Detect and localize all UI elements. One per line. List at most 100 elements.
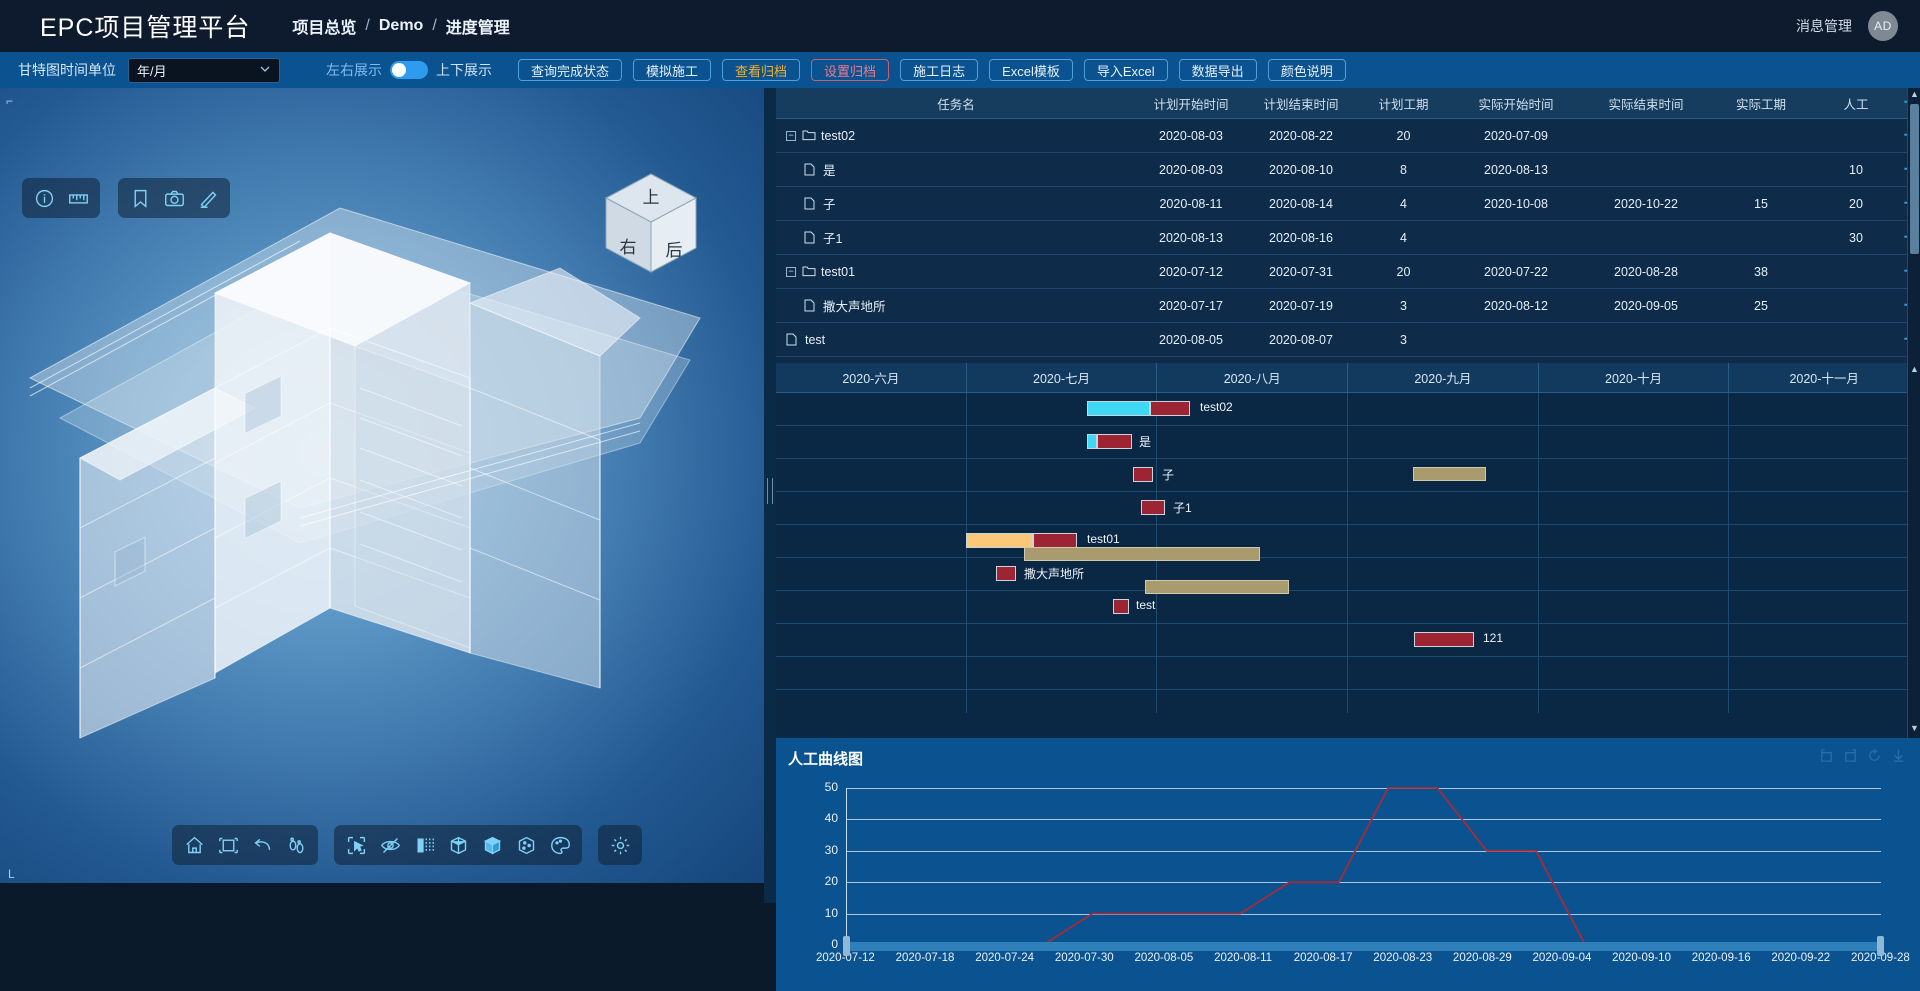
- box-icon[interactable]: [1843, 748, 1858, 763]
- gantt-scrollbar[interactable]: ▲ ▼: [1907, 363, 1920, 738]
- row-expander[interactable]: −: [786, 266, 796, 277]
- column-header-0[interactable]: 任务名: [776, 94, 1136, 113]
- gantt-bar-plan-cyan[interactable]: [1087, 434, 1097, 449]
- cell-plan_end[interactable]: 2020-08-07: [1246, 333, 1356, 347]
- cell-labor[interactable]: 10: [1811, 163, 1901, 177]
- cell-plan_dur[interactable]: 3: [1356, 333, 1451, 347]
- gantt-bar-plan-or[interactable]: [966, 533, 1033, 548]
- cell-plan_start[interactable]: 2020-08-03: [1136, 163, 1246, 177]
- column-header-4[interactable]: 实际开始时间: [1451, 94, 1581, 113]
- column-header-7[interactable]: 人工: [1811, 94, 1901, 113]
- breadcrumb-item-2[interactable]: 进度管理: [446, 14, 510, 38]
- avatar[interactable]: AD: [1868, 11, 1898, 41]
- gantt-body[interactable]: test02 是子子1 test01 撒大声地所 test 121: [776, 393, 1920, 713]
- cell-plan_end[interactable]: 2020-07-19: [1246, 299, 1356, 313]
- table-row[interactable]: 子12020-08-132020-08-16430✛: [776, 221, 1920, 255]
- panel-splitter[interactable]: [764, 88, 776, 903]
- cell-act_start[interactable]: 2020-08-13: [1451, 163, 1581, 177]
- cell-plan_end[interactable]: 2020-08-16: [1246, 231, 1356, 245]
- gantt-bar-plan-cyan[interactable]: [1087, 401, 1150, 416]
- gantt-bar-khaki[interactable]: [1413, 467, 1486, 481]
- column-header-3[interactable]: 计划工期: [1356, 94, 1451, 113]
- gear-icon[interactable]: [605, 830, 635, 860]
- task-name-cell[interactable]: test: [776, 333, 1136, 347]
- cell-plan_dur[interactable]: 20: [1356, 129, 1451, 143]
- view-cube[interactable]: 上 右 后: [598, 168, 704, 280]
- gantt-bar-act-red[interactable]: [996, 566, 1016, 581]
- ruler-icon[interactable]: [63, 183, 93, 213]
- task-name-cell[interactable]: 子1: [776, 228, 1136, 247]
- info-icon[interactable]: [29, 183, 59, 213]
- splitter-grip[interactable]: [767, 478, 773, 504]
- cell-plan_start[interactable]: 2020-08-11: [1136, 197, 1246, 211]
- cell-plan_start[interactable]: 2020-07-12: [1136, 265, 1246, 279]
- chart-datazoom-handle-left[interactable]: [843, 936, 850, 956]
- palette-icon[interactable]: [545, 830, 575, 860]
- gantt-bar-act-red[interactable]: [1097, 434, 1132, 449]
- fit-view-icon[interactable]: [213, 830, 243, 860]
- gantt-bar-act-red[interactable]: [1141, 500, 1165, 515]
- cell-act_end[interactable]: 2020-08-28: [1581, 265, 1711, 279]
- gantt-scroll-down-arrow[interactable]: ▼: [1908, 723, 1920, 737]
- cell-act_end[interactable]: 2020-09-05: [1581, 299, 1711, 313]
- table-row[interactable]: 子 2020-08-11 2020-08-14 4 2020-10-08 2020-10-…: [776, 187, 1920, 221]
- cell-act_dur[interactable]: 38: [1711, 265, 1811, 279]
- open-box-icon[interactable]: [443, 830, 473, 860]
- table-row[interactable]: 撒大声地所 2020-07-17 2020-07-19 3 2020-08-12 2020…: [776, 289, 1920, 323]
- bookmark-icon[interactable]: [125, 183, 155, 213]
- breadcrumb-item-1[interactable]: Demo: [379, 17, 423, 35]
- gantt-bar-act-red[interactable]: [1150, 401, 1190, 416]
- message-center-link[interactable]: 消息管理: [1796, 16, 1852, 36]
- cell-plan_start[interactable]: 2020-08-13: [1136, 231, 1246, 245]
- task-name-cell[interactable]: 是: [776, 160, 1136, 179]
- home-icon[interactable]: [179, 830, 209, 860]
- cell-act_start[interactable]: 2020-08-12: [1451, 299, 1581, 313]
- table-row[interactable]: − test01 2020-07-12 2020-07-31 20 2020-07-22 2…: [776, 255, 1920, 289]
- cell-act_start[interactable]: 2020-07-22: [1451, 265, 1581, 279]
- scroll-thumb[interactable]: [1910, 104, 1919, 254]
- cell-plan_dur[interactable]: 20: [1356, 265, 1451, 279]
- toolbar-button-4[interactable]: 施工日志: [900, 59, 979, 81]
- gantt-bar-act-red[interactable]: [1133, 467, 1153, 482]
- cell-plan_dur[interactable]: 4: [1356, 231, 1451, 245]
- cell-plan_end[interactable]: 2020-08-22: [1246, 129, 1356, 143]
- task-table-scrollbar[interactable]: ▲: [1907, 88, 1920, 363]
- section-icon[interactable]: [409, 830, 439, 860]
- refresh-icon[interactable]: [1867, 748, 1882, 763]
- download-icon[interactable]: [1891, 748, 1906, 763]
- gantt-bar-act-red[interactable]: [1113, 599, 1129, 614]
- toolbar-button-0[interactable]: 查询完成状态: [518, 59, 623, 81]
- select-icon[interactable]: [341, 830, 371, 860]
- explode-icon[interactable]: [511, 830, 541, 860]
- gantt-bar-act-red[interactable]: [1033, 533, 1077, 548]
- bim-3d-viewport[interactable]: ⌐ L 上 右 后: [0, 88, 772, 883]
- labor-curve-plot[interactable]: 0 10 20 30 40 50 2020-07-12 2020-07-18 2020-07-2…: [776, 772, 1920, 991]
- undo-icon[interactable]: [247, 830, 277, 860]
- row-expander[interactable]: −: [786, 130, 796, 141]
- pen-icon[interactable]: [193, 183, 223, 213]
- toolbar-button-1[interactable]: 模拟施工: [633, 59, 712, 81]
- toolbar-button-5[interactable]: Excel模板: [989, 59, 1073, 81]
- cell-act_dur[interactable]: 25: [1711, 299, 1811, 313]
- scroll-up-arrow[interactable]: ▲: [1908, 89, 1920, 103]
- cell-plan_dur[interactable]: 3: [1356, 299, 1451, 313]
- column-header-2[interactable]: 计划结束时间: [1246, 94, 1356, 113]
- time-unit-select[interactable]: 年/月: [128, 57, 280, 83]
- cell-act_dur[interactable]: 15: [1711, 197, 1811, 211]
- task-name-cell[interactable]: 子: [776, 194, 1136, 213]
- layout-toggle[interactable]: 左右展示 上下展示: [326, 60, 492, 80]
- cell-plan_start[interactable]: 2020-08-03: [1136, 129, 1246, 143]
- table-row[interactable]: test2020-08-052020-08-073✛: [776, 323, 1920, 357]
- column-header-1[interactable]: 计划开始时间: [1136, 94, 1246, 113]
- task-name-cell[interactable]: 撒大声地所: [776, 296, 1136, 315]
- cell-act_end[interactable]: 2020-10-22: [1581, 197, 1711, 211]
- cell-plan_end[interactable]: 2020-07-31: [1246, 265, 1356, 279]
- gantt-bar-act-red[interactable]: [1414, 632, 1474, 647]
- cell-act_start[interactable]: 2020-10-08: [1451, 197, 1581, 211]
- toolbar-button-3[interactable]: 设置归档: [811, 59, 890, 81]
- solid-box-icon[interactable]: [477, 830, 507, 860]
- cell-plan_end[interactable]: 2020-08-14: [1246, 197, 1356, 211]
- cell-labor[interactable]: 20: [1811, 197, 1901, 211]
- camera-icon[interactable]: [159, 183, 189, 213]
- toolbar-button-6[interactable]: 导入Excel: [1083, 59, 1168, 81]
